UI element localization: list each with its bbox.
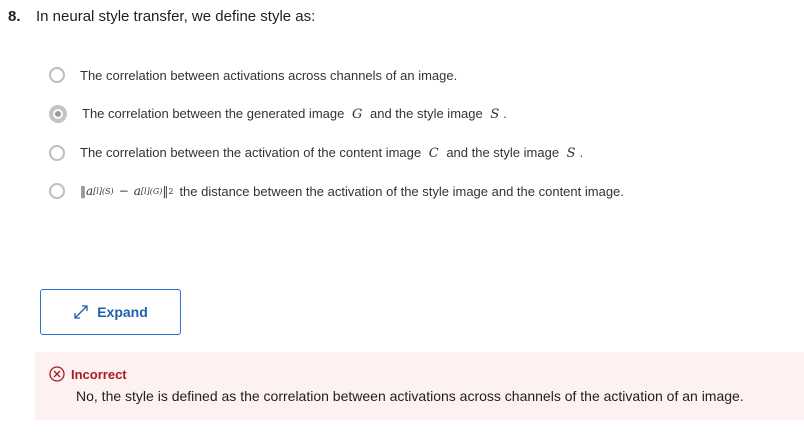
question-header: 8. In neural style transfer, we define s… xyxy=(8,8,315,25)
option-label: The correlation between the generated im… xyxy=(82,106,507,122)
radio-button[interactable] xyxy=(49,67,65,83)
math-var: S xyxy=(490,107,500,122)
radio-button-selected[interactable] xyxy=(49,105,67,123)
feedback-panel: Incorrect No, the style is defined as th… xyxy=(35,352,804,420)
radio-button[interactable] xyxy=(49,183,65,199)
question-number: 8. xyxy=(8,8,21,25)
option-4[interactable]: ‖ a [l](S) − a [l](G) ‖ 2 the distance betwee… xyxy=(49,183,624,199)
x-circle-icon xyxy=(49,366,65,382)
option-label: the distance between the activation of t… xyxy=(179,183,624,199)
feedback-message: No, the style is defined as the correlat… xyxy=(76,388,744,404)
expand-label: Expand xyxy=(97,304,148,320)
question-text: In neural style transfer, we define styl… xyxy=(36,8,316,25)
math-var: G xyxy=(351,107,363,122)
option-2[interactable]: The correlation between the generated im… xyxy=(49,105,507,123)
radio-button[interactable] xyxy=(49,145,65,161)
option-label: The correlation between activations acro… xyxy=(80,67,458,83)
expand-arrows-icon xyxy=(74,305,88,319)
option-label: The correlation between the activation o… xyxy=(80,145,584,161)
math-var: C xyxy=(428,146,439,161)
feedback-status-label: Incorrect xyxy=(71,366,127,382)
option-3[interactable]: The correlation between the activation o… xyxy=(49,145,583,161)
option-1[interactable]: The correlation between activations acro… xyxy=(49,67,457,83)
feedback-status: Incorrect xyxy=(49,366,804,382)
math-var: S xyxy=(566,146,576,161)
expand-button[interactable]: Expand xyxy=(40,289,181,335)
norm-formula: ‖ a [l](S) − a [l](G) ‖ 2 xyxy=(80,184,174,198)
